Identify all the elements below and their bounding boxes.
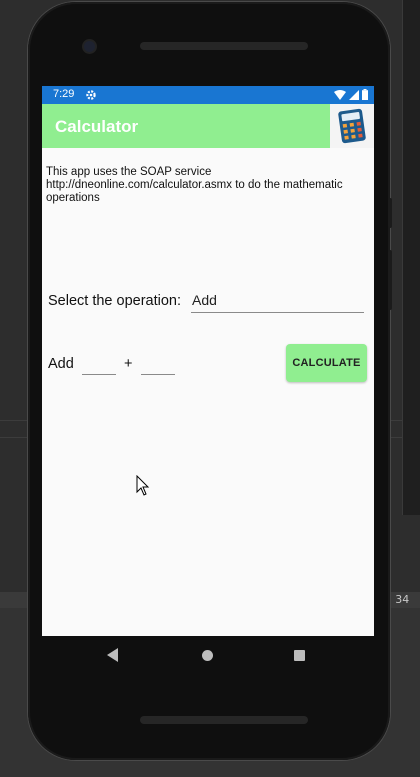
gear-icon — [86, 90, 96, 100]
operation-select[interactable]: Add — [191, 290, 364, 313]
wifi-icon — [334, 89, 346, 100]
status-icons — [334, 89, 368, 100]
calculator-icon — [330, 104, 374, 148]
signal-icon — [349, 89, 359, 100]
bottom-speaker — [140, 716, 308, 724]
operator-symbol: + — [124, 356, 133, 372]
front-camera — [84, 41, 95, 52]
ide-status-text: : 34 — [388, 593, 410, 606]
status-time: 7:29 — [53, 88, 75, 100]
power-button — [388, 198, 392, 228]
first-number-field[interactable] — [82, 355, 116, 375]
mouse-cursor-icon — [136, 475, 150, 496]
recents-icon[interactable] — [294, 650, 305, 661]
app-title: Calculator — [55, 117, 139, 136]
top-speaker — [140, 42, 308, 50]
home-icon[interactable] — [202, 650, 213, 661]
calculate-button[interactable]: CALCULATE — [286, 344, 367, 382]
operation-selected-value: Add — [192, 292, 217, 308]
app-toolbar: Calculator — [42, 104, 374, 148]
android-nav-bar — [42, 636, 374, 676]
operation-name-label: Add — [48, 356, 74, 372]
app-screen: 7:29 Calculator This app uses the SOAP s… — [42, 86, 374, 636]
app-description: This app uses the SOAP service http://dn… — [46, 166, 343, 204]
status-bar: 7:29 — [42, 86, 374, 104]
second-number-field[interactable] — [141, 355, 175, 375]
battery-icon — [362, 89, 368, 100]
volume-button — [388, 250, 392, 310]
back-icon[interactable] — [107, 648, 119, 662]
ide-right-panel — [402, 0, 420, 515]
operation-label: Select the operation: — [48, 293, 182, 309]
